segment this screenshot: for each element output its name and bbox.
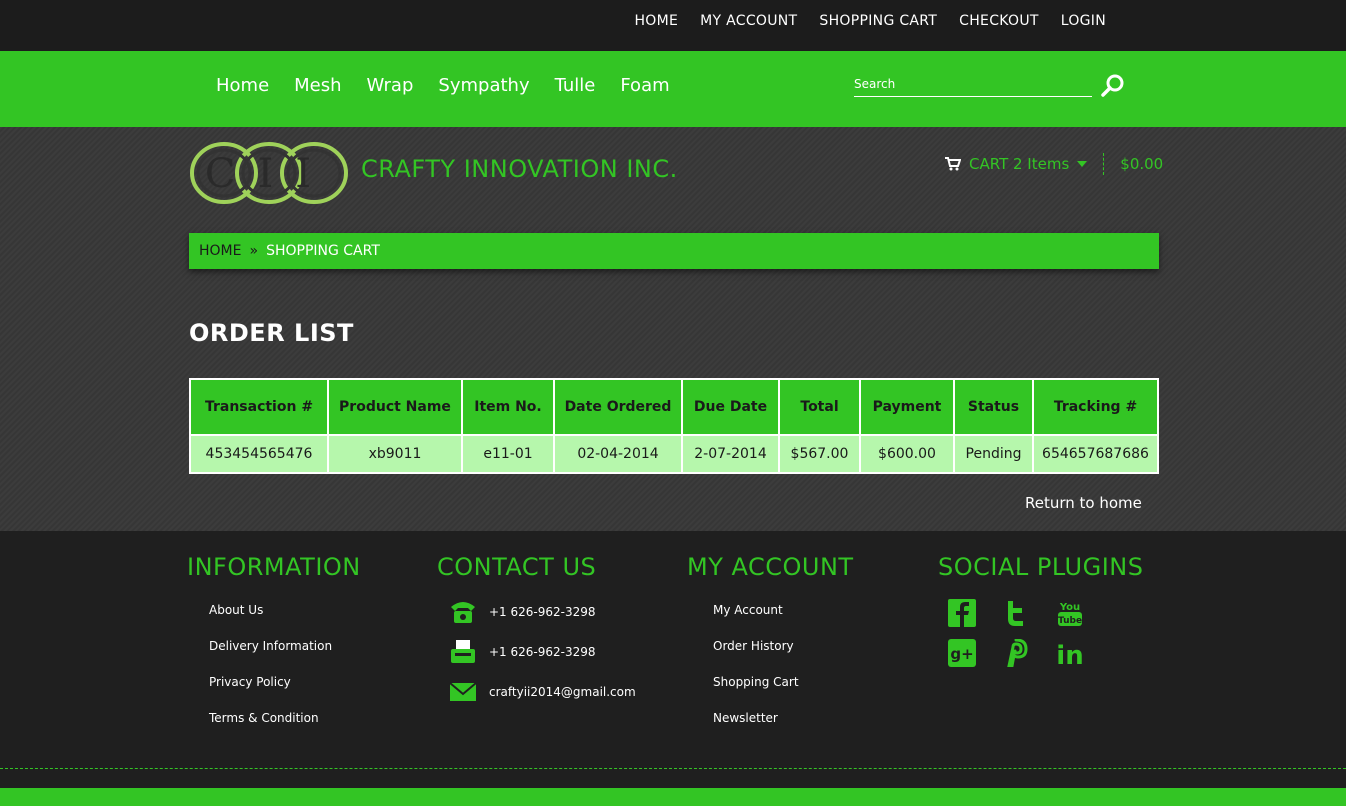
footer-account-title: MY ACCOUNT bbox=[687, 553, 854, 581]
footer-link-terms[interactable]: Terms & Condition bbox=[209, 711, 319, 725]
footer-link-about-us[interactable]: About Us bbox=[209, 603, 263, 617]
footer-social-title: SOCIAL PLUGINS bbox=[938, 553, 1144, 581]
breadcrumb-home[interactable]: HOME bbox=[199, 243, 241, 259]
breadcrumb-current: SHOPPING CART bbox=[266, 243, 380, 259]
google-plus-label: g+ bbox=[950, 645, 973, 663]
cart-icon bbox=[945, 157, 961, 171]
envelope-icon bbox=[449, 682, 477, 701]
footer-information-title: INFORMATION bbox=[187, 553, 361, 581]
phone-icon bbox=[451, 602, 475, 623]
col-date-ordered: Date Ordered bbox=[553, 378, 683, 436]
main-nav-wrap[interactable]: Wrap bbox=[367, 75, 414, 96]
cell-due-date: 2-07-2014 bbox=[681, 434, 780, 474]
cart-total: $0.00 bbox=[1120, 155, 1164, 173]
footer-link-newsletter[interactable]: Newsletter bbox=[713, 711, 778, 725]
top-nav-shopping-cart[interactable]: SHOPPING CART bbox=[819, 13, 937, 29]
main-nav-foam[interactable]: Foam bbox=[620, 75, 669, 96]
cart-divider bbox=[1103, 153, 1105, 175]
social-icons: You Tube g+ in bbox=[948, 599, 1143, 667]
chevron-down-icon bbox=[1077, 161, 1088, 167]
contact-fax-number: +1 626-962-3298 bbox=[489, 645, 596, 659]
top-nav-login[interactable]: LOGIN bbox=[1061, 13, 1106, 29]
cell-tracking: 654657687686 bbox=[1032, 434, 1159, 474]
top-bar: HOME MY ACCOUNT SHOPPING CART CHECKOUT L… bbox=[0, 0, 1346, 51]
pinterest-icon[interactable] bbox=[1002, 639, 1030, 667]
logo-text: CII bbox=[205, 151, 333, 197]
footer-link-privacy-policy[interactable]: Privacy Policy bbox=[209, 675, 291, 689]
footer-social: SOCIAL PLUGINS You Tube g+ in bbox=[938, 553, 1143, 667]
cell-transaction: 453454565476 bbox=[189, 434, 329, 474]
footer-link-shopping-cart[interactable]: Shopping Cart bbox=[713, 675, 799, 689]
footer-contact-title: CONTACT US bbox=[437, 553, 597, 581]
col-payment: Payment bbox=[859, 378, 955, 436]
top-nav: HOME MY ACCOUNT SHOPPING CART CHECKOUT L… bbox=[634, 13, 1106, 29]
youtube-label-top: You bbox=[1059, 602, 1080, 613]
col-transaction: Transaction # bbox=[189, 378, 329, 436]
main-nav-home[interactable]: Home bbox=[216, 75, 269, 96]
google-plus-icon[interactable]: g+ bbox=[948, 639, 976, 667]
cell-product-name: xb9011 bbox=[327, 434, 463, 474]
breadcrumb-separator: » bbox=[249, 243, 259, 259]
footer-divider bbox=[0, 768, 1346, 769]
cell-item-no: e11-01 bbox=[461, 434, 555, 474]
col-due-date: Due Date bbox=[681, 378, 780, 436]
return-home-link[interactable]: Return to home bbox=[1025, 494, 1142, 512]
footer-link-order-history[interactable]: Order History bbox=[713, 639, 794, 653]
col-tracking: Tracking # bbox=[1032, 378, 1159, 436]
col-status: Status bbox=[953, 378, 1034, 436]
page-title: ORDER LIST bbox=[189, 319, 354, 347]
contact-email-address[interactable]: craftyii2014@gmail.com bbox=[489, 685, 636, 699]
breadcrumb: HOME » SHOPPING CART bbox=[189, 233, 1159, 269]
top-nav-home[interactable]: HOME bbox=[634, 13, 678, 29]
order-table: Transaction # Product Name Item No. Date… bbox=[189, 378, 1159, 474]
contact-email: craftyii2014@gmail.com bbox=[449, 679, 636, 705]
twitter-icon[interactable] bbox=[1002, 599, 1030, 627]
search-box bbox=[854, 71, 1134, 105]
linkedin-label: in bbox=[1056, 641, 1083, 667]
footer-account: MY ACCOUNT My Account Order History Shop… bbox=[687, 553, 854, 743]
fax-icon bbox=[451, 640, 475, 663]
company-logo[interactable]: CII bbox=[188, 139, 350, 207]
footer-information: INFORMATION About Us Delivery Informatio… bbox=[187, 553, 361, 743]
youtube-label-bottom: Tube bbox=[1058, 616, 1082, 626]
main-nav: Home Mesh Wrap Sympathy Tulle Foam bbox=[216, 75, 670, 96]
cell-total: $567.00 bbox=[778, 434, 861, 474]
facebook-icon[interactable] bbox=[948, 599, 976, 627]
main-nav-tulle[interactable]: Tulle bbox=[555, 75, 596, 96]
footer: INFORMATION About Us Delivery Informatio… bbox=[0, 531, 1346, 806]
linkedin-icon[interactable]: in bbox=[1056, 639, 1084, 667]
youtube-icon[interactable]: You Tube bbox=[1056, 599, 1084, 627]
col-product-name: Product Name bbox=[327, 378, 463, 436]
search-icon[interactable] bbox=[1100, 73, 1126, 99]
cell-date-ordered: 02-04-2014 bbox=[553, 434, 683, 474]
cell-payment: $600.00 bbox=[859, 434, 955, 474]
main-nav-bar: Home Mesh Wrap Sympathy Tulle Foam bbox=[0, 51, 1346, 127]
content-area: CII CRAFTY INNOVATION INC. CART 2 Items … bbox=[0, 127, 1346, 531]
brand-name: CRAFTY INNOVATION INC. bbox=[361, 155, 678, 183]
footer-link-my-account[interactable]: My Account bbox=[713, 603, 783, 617]
footer-bottom-bar bbox=[0, 788, 1346, 806]
cell-status: Pending bbox=[953, 434, 1034, 474]
cart-label: CART 2 Items bbox=[969, 155, 1070, 173]
col-total: Total bbox=[778, 378, 861, 436]
contact-phone-number: +1 626-962-3298 bbox=[489, 605, 596, 619]
search-input[interactable] bbox=[854, 71, 1092, 97]
contact-fax: +1 626-962-3298 bbox=[449, 639, 636, 665]
top-nav-my-account[interactable]: MY ACCOUNT bbox=[700, 13, 797, 29]
footer-contact: CONTACT US +1 626-962-3298 +1 626-962-32… bbox=[437, 553, 636, 719]
table-header-row: Transaction # Product Name Item No. Date… bbox=[189, 378, 1159, 436]
top-nav-checkout[interactable]: CHECKOUT bbox=[959, 13, 1039, 29]
mini-cart[interactable]: CART 2 Items $0.00 bbox=[945, 153, 1163, 175]
main-nav-sympathy[interactable]: Sympathy bbox=[438, 75, 529, 96]
contact-phone: +1 626-962-3298 bbox=[449, 599, 636, 625]
col-item-no: Item No. bbox=[461, 378, 555, 436]
main-nav-mesh[interactable]: Mesh bbox=[294, 75, 341, 96]
footer-link-delivery-information[interactable]: Delivery Information bbox=[209, 639, 332, 653]
table-row: 453454565476 xb9011 e11-01 02-04-2014 2-… bbox=[189, 434, 1159, 474]
